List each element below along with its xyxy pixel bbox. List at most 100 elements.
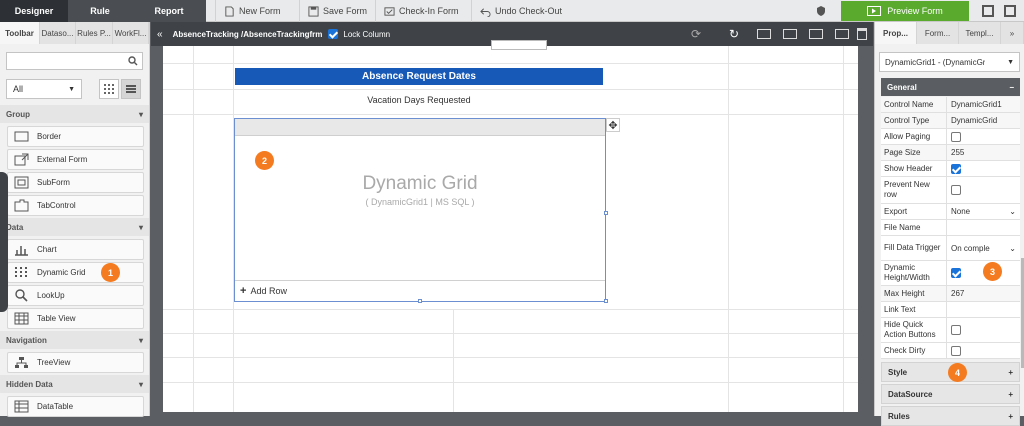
shield-icon[interactable] <box>815 5 827 17</box>
property-value[interactable]: 255 <box>947 145 1020 160</box>
property-value[interactable] <box>947 302 1020 317</box>
vacation-days-label[interactable]: Vacation Days Requested <box>235 93 603 107</box>
tool-chart[interactable]: Chart <box>7 239 144 260</box>
tool-external-form[interactable]: External Form <box>7 149 144 170</box>
cutoff-control[interactable] <box>491 40 547 50</box>
resize-handle[interactable] <box>418 299 422 303</box>
tab-properties[interactable]: Prop... <box>875 22 917 44</box>
tool-border[interactable]: Border <box>7 126 144 147</box>
resize-handle[interactable] <box>604 299 608 303</box>
tool-lookup[interactable]: LookUp <box>7 285 144 306</box>
property-checkbox[interactable] <box>951 325 961 335</box>
property-checkbox[interactable] <box>951 345 961 356</box>
form-surface: Absence Request Dates Vacation Days Requ… <box>163 40 858 412</box>
save-form-button[interactable]: Save Form <box>299 0 375 22</box>
section-general[interactable]: General − <box>881 78 1020 96</box>
preview-form-button[interactable]: Preview Form <box>841 1 969 21</box>
property-label: Dynamic Height/Width <box>881 261 947 285</box>
form-canvas: Absence Request Dates Vacation Days Requ… <box>151 40 873 416</box>
search-input[interactable] <box>6 52 143 70</box>
expand-right-icon[interactable]: » <box>1001 22 1024 44</box>
add-row-label: Add Row <box>250 286 287 296</box>
chevron-down-icon: ▾ <box>138 335 143 345</box>
property-value[interactable] <box>947 161 1020 176</box>
property-value[interactable]: 267 <box>947 286 1020 301</box>
redo-icon[interactable]: ⟳ <box>691 27 701 41</box>
tab-toolbar[interactable]: Toolbar <box>0 22 40 44</box>
property-checkbox[interactable] <box>951 131 961 142</box>
property-checkbox[interactable] <box>951 185 961 195</box>
tab-designer[interactable]: Designer <box>0 0 68 22</box>
collapse-icon: − <box>1009 82 1014 92</box>
refresh-icon[interactable]: ↻ <box>729 27 739 41</box>
tool-tabcontrol[interactable]: TabControl <box>7 195 144 216</box>
new-form-button[interactable]: New Form <box>215 0 299 22</box>
property-label: File Name <box>881 220 947 235</box>
resize-handle[interactable] <box>604 211 608 215</box>
check-in-form-button[interactable]: Check-In Form <box>375 0 471 22</box>
section-datasource-label: DataSource <box>888 389 933 399</box>
plus-icon: + <box>1008 411 1013 421</box>
property-value[interactable] <box>947 177 1020 203</box>
tool-label: Chart <box>37 245 57 254</box>
tab-rule[interactable]: Rule <box>68 0 132 22</box>
property-value[interactable] <box>947 129 1020 144</box>
layout-icon[interactable] <box>809 29 823 39</box>
property-value[interactable]: None ⌄ <box>947 204 1020 219</box>
move-icon[interactable]: ✥ <box>606 118 620 132</box>
layout-icon[interactable] <box>783 29 797 39</box>
property-value[interactable] <box>947 220 1020 235</box>
tab-workflow[interactable]: WorkFl... <box>113 22 149 44</box>
section-hidden-data-label: Hidden Data <box>6 379 53 389</box>
property-checkbox[interactable] <box>951 163 961 174</box>
undo-check-out-button[interactable]: Undo Check-Out <box>471 0 581 22</box>
absence-request-header[interactable]: Absence Request Dates <box>235 68 603 85</box>
datatable-icon <box>14 400 29 413</box>
property-value[interactable]: DynamicGrid1 <box>947 97 1020 112</box>
subform-icon <box>14 176 29 189</box>
tab-datasource[interactable]: Dataso... <box>40 22 76 44</box>
section-data-label: Data <box>6 222 24 232</box>
tab-form[interactable]: Form... <box>917 22 959 44</box>
panel-collapse-handle[interactable] <box>0 172 8 312</box>
list-view-icon[interactable] <box>121 79 141 99</box>
layout-icon[interactable] <box>757 29 771 39</box>
section-data[interactable]: Data ▾ <box>0 218 149 236</box>
section-group[interactable]: Group ▾ <box>0 105 149 123</box>
window-icon[interactable] <box>982 5 994 17</box>
property-row: Prevent New row <box>881 177 1020 204</box>
collapse-left-icon[interactable]: « <box>157 29 163 40</box>
section-navigation[interactable]: Navigation ▾ <box>0 331 149 349</box>
tab-report[interactable]: Report <box>132 0 206 22</box>
layout-icon[interactable] <box>835 29 849 39</box>
restore-icon[interactable] <box>1004 5 1016 17</box>
dynamic-grid[interactable]: Dynamic Grid ( DynamicGrid1 | MS SQL ) +… <box>234 118 608 303</box>
property-value[interactable] <box>947 318 1020 342</box>
property-value[interactable] <box>947 343 1020 358</box>
tool-datatable[interactable]: DataTable <box>7 396 144 417</box>
check-in-icon <box>384 6 395 16</box>
filter-select[interactable]: All ▼ <box>6 79 82 99</box>
section-datasource[interactable]: DataSource + <box>881 384 1020 404</box>
save-icon <box>308 5 319 17</box>
tool-table-view[interactable]: Table View <box>7 308 144 329</box>
external-form-icon <box>14 153 29 166</box>
section-rules[interactable]: Rules + <box>881 406 1020 426</box>
tool-dynamic-grid[interactable]: Dynamic Grid <box>7 262 144 283</box>
property-label: Show Header <box>881 161 947 176</box>
tab-rules[interactable]: Rules P... <box>76 22 113 44</box>
tab-templates[interactable]: Templ... <box>959 22 1001 44</box>
tool-treeview[interactable]: TreeView <box>7 352 144 373</box>
property-checkbox[interactable] <box>951 268 961 278</box>
control-selector[interactable]: DynamicGrid1 - (DynamicGr ▼ <box>879 52 1020 72</box>
trash-icon[interactable] <box>857 28 867 40</box>
table-icon <box>14 312 29 325</box>
grid-view-icon[interactable] <box>99 79 119 99</box>
property-row: Export None ⌄ <box>881 204 1020 220</box>
add-row-button[interactable]: + Add Row <box>235 280 605 301</box>
property-value[interactable]: On comple ⌄ <box>947 236 1020 260</box>
tool-subform[interactable]: SubForm <box>7 172 144 193</box>
section-hidden-data[interactable]: Hidden Data ▾ <box>0 375 149 393</box>
property-value[interactable]: DynamicGrid <box>947 113 1020 128</box>
lock-column-checkbox[interactable] <box>328 29 339 39</box>
